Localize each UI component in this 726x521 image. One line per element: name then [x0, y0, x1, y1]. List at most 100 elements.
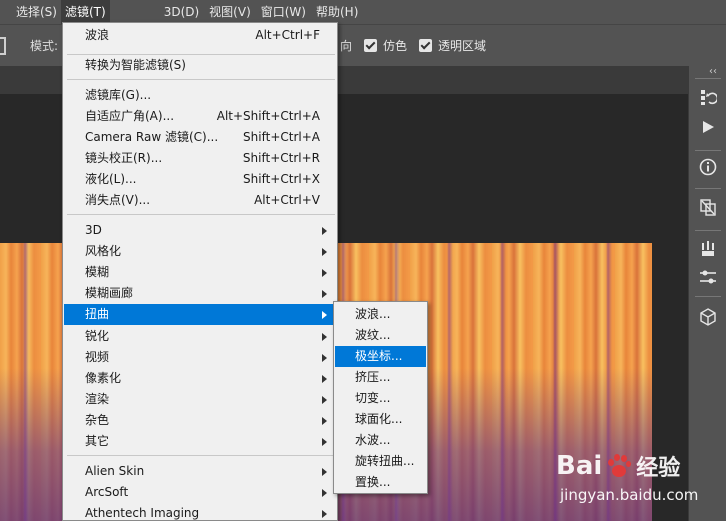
menu-item-shortcut: Shift+Ctrl+R [242, 151, 320, 165]
menu-item-label: 滤镜库(G)... [85, 88, 152, 102]
submenu-arrow-icon [322, 354, 327, 362]
menu-item-label: ArcSoft [85, 485, 129, 499]
submenu-arrow-icon [322, 227, 327, 235]
menu-item-vanishing-point[interactable]: 消失点(V)... Alt+Ctrl+V [64, 190, 336, 211]
menu-bar: 选择(S) 滤镜(T) 3D(D) 视图(V) 窗口(W) 帮助(H) [0, 0, 726, 24]
menu-item-liquify[interactable]: 液化(L)... Shift+Ctrl+X [64, 169, 336, 190]
menu-item-shortcut: Shift+Ctrl+X [243, 172, 320, 186]
menu-item-last-filter[interactable]: 波浪 Alt+Ctrl+F [64, 25, 336, 46]
baidu-jingyan-watermark: Bai 经验 jingyan.baidu.com [556, 450, 721, 515]
submenu-arrow-icon [322, 417, 327, 425]
panel-divider [695, 78, 721, 79]
menu-help[interactable]: 帮助(H) [312, 0, 362, 24]
menu-window[interactable]: 窗口(W) [257, 0, 310, 24]
transparency-checkbox[interactable]: 透明区域 [419, 37, 486, 54]
actions-play-icon[interactable] [697, 116, 719, 138]
submenu-arrow-icon [322, 311, 327, 319]
submenu-arrow-icon [322, 510, 327, 518]
menu-item-label: 自适应广角(A)... [85, 109, 175, 123]
menu-item-label: 渲染 [85, 392, 110, 406]
menu-item-label: Camera Raw 滤镜(C)... [85, 130, 219, 144]
dither-label: 仿色 [383, 39, 408, 53]
submenu-item-spherize[interactable]: 球面化... [335, 409, 426, 430]
checkbox-checked-icon [364, 39, 377, 52]
dither-checkbox[interactable]: 仿色 [364, 37, 407, 54]
submenu-arrow-icon [322, 489, 327, 497]
menu-item-adaptive-wide-angle[interactable]: 自适应广角(A)... Alt+Shift+Ctrl+A [64, 106, 336, 127]
menu-item-distort[interactable]: 扭曲 [64, 304, 336, 325]
menu-item-3d[interactable]: 3D [64, 220, 336, 241]
menu-item-alien-skin[interactable]: Alien Skin [64, 461, 336, 482]
submenu-item-zigzag[interactable]: 水波... [335, 430, 426, 451]
submenu-arrow-icon [322, 333, 327, 341]
menu-separator [67, 79, 335, 80]
submenu-arrow-icon [322, 438, 327, 446]
filter-menu: 波浪 Alt+Ctrl+F 转换为智能滤镜(S) 滤镜库(G)... 自适应广角… [62, 22, 338, 521]
menu-filter[interactable]: 滤镜(T) [60, 0, 110, 24]
menu-item-label: 模糊画廊 [85, 286, 134, 300]
watermark-url: jingyan.baidu.com [560, 486, 699, 504]
submenu-item-pinch[interactable]: 挤压... [335, 367, 426, 388]
menu-item-filter-gallery[interactable]: 滤镜库(G)... [64, 85, 336, 106]
history-icon[interactable] [697, 86, 719, 108]
clone-source-icon[interactable] [697, 196, 719, 218]
tool-preset-icon[interactable] [0, 37, 6, 55]
direction-label: 向 [340, 39, 353, 53]
menu-item-render[interactable]: 渲染 [64, 389, 336, 410]
menu-item-label: Alien Skin [85, 464, 145, 478]
menu-view[interactable]: 视图(V) [205, 0, 255, 24]
submenu-arrow-icon [322, 375, 327, 383]
menu-item-blur[interactable]: 模糊 [64, 262, 336, 283]
menu-item-pixelate[interactable]: 像素化 [64, 368, 336, 389]
menu-item-arcsoft[interactable]: ArcSoft [64, 482, 336, 503]
submenu-arrow-icon [322, 248, 327, 256]
menu-item-athentech[interactable]: Athentech Imaging [64, 503, 336, 521]
submenu-arrow-icon [322, 269, 327, 277]
menu-item-label: 杂色 [85, 413, 110, 427]
menu-item-label: 像素化 [85, 371, 122, 385]
checkbox-checked-icon [419, 39, 432, 52]
menu-item-other[interactable]: 其它 [64, 431, 336, 452]
menu-separator [67, 214, 335, 215]
menu-item-smart-filter[interactable]: 转换为智能滤镜(S) [64, 55, 336, 76]
watermark-jingyan: 经验 [636, 456, 681, 481]
menu-item-label: 模糊 [85, 265, 110, 279]
menu-item-shortcut: Shift+Ctrl+A [243, 130, 320, 144]
info-icon[interactable] [697, 156, 719, 178]
submenu-item-ripple[interactable]: 波纹... [335, 325, 426, 346]
submenu-item-displace[interactable]: 置换... [335, 472, 426, 493]
panel-divider [695, 296, 721, 297]
submenu-item-twirl[interactable]: 旋转扭曲... [335, 451, 426, 472]
distort-submenu: 波浪... 波纹... 极坐标... 挤压... 切变... 球面化... 水波… [333, 301, 428, 494]
menu-item-label: 视频 [85, 350, 110, 364]
menu-item-noise[interactable]: 杂色 [64, 410, 336, 431]
menu-3d[interactable]: 3D(D) [160, 0, 203, 24]
baidu-paw-icon [606, 453, 632, 479]
brush-presets-icon[interactable] [697, 238, 719, 260]
menu-item-label: 波浪 [85, 28, 110, 42]
submenu-item-shear[interactable]: 切变... [335, 388, 426, 409]
submenu-arrow-icon [322, 468, 327, 476]
brush-settings-icon[interactable] [697, 266, 719, 288]
menu-item-label: 锐化 [85, 329, 110, 343]
submenu-item-polar-coordinates[interactable]: 极坐标... [335, 346, 426, 367]
menu-item-video[interactable]: 视频 [64, 347, 336, 368]
collapse-panels-icon[interactable]: ‹‹ [709, 66, 717, 77]
transparency-label: 透明区域 [438, 39, 487, 53]
submenu-arrow-icon [322, 396, 327, 404]
menu-item-camera-raw[interactable]: Camera Raw 滤镜(C)... Shift+Ctrl+A [64, 127, 336, 148]
menu-separator [67, 455, 335, 456]
menu-item-blur-gallery[interactable]: 模糊画廊 [64, 283, 336, 304]
menu-item-label: 镜头校正(R)... [85, 151, 163, 165]
panel-divider [695, 230, 721, 231]
menu-item-lens-correction[interactable]: 镜头校正(R)... Shift+Ctrl+R [64, 148, 336, 169]
watermark-brand: Bai [556, 451, 603, 481]
menu-item-label: 扭曲 [85, 307, 110, 321]
menu-item-label: 风格化 [85, 244, 122, 258]
menu-item-stylize[interactable]: 风格化 [64, 241, 336, 262]
submenu-item-wave[interactable]: 波浪... [335, 304, 426, 325]
3d-cube-icon[interactable] [697, 306, 719, 328]
menu-item-label: 消失点(V)... [85, 193, 151, 207]
menu-select[interactable]: 选择(S) [12, 0, 61, 24]
menu-item-sharpen[interactable]: 锐化 [64, 326, 336, 347]
